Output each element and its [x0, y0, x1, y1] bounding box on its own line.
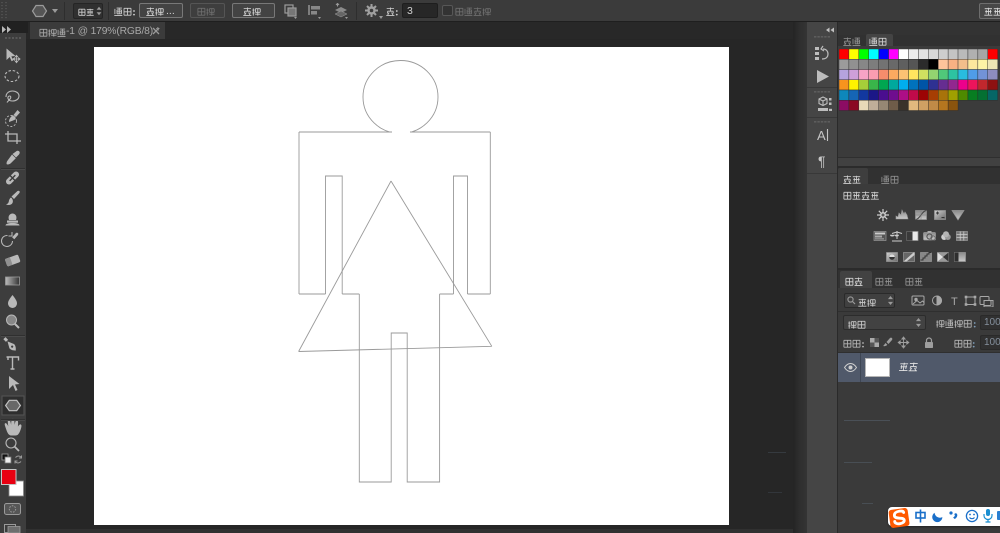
svg-text:¶: ¶: [818, 153, 826, 169]
svg-text:T: T: [951, 296, 958, 307]
svg-text:A: A: [817, 128, 826, 143]
